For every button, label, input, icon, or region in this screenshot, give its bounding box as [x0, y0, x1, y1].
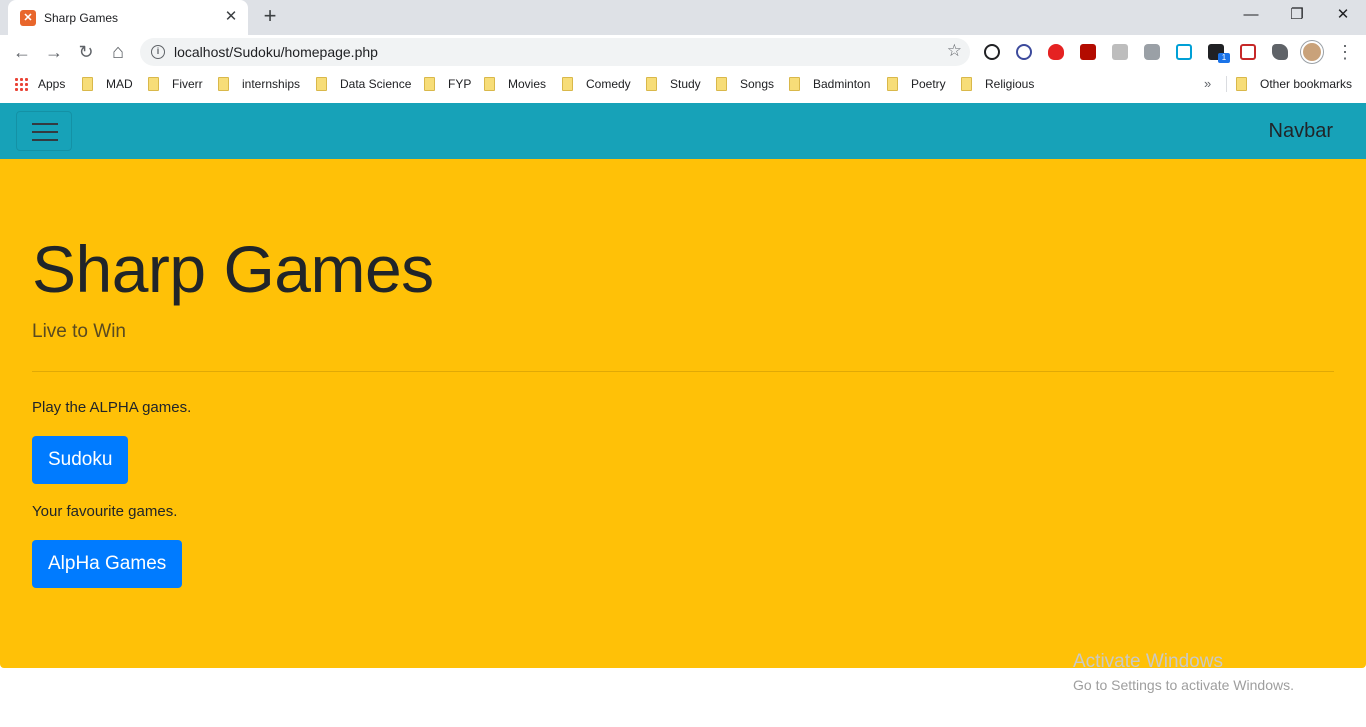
- browser-tab[interactable]: ✕ Sharp Games ✕: [8, 0, 248, 35]
- bookmarks-divider: [1226, 76, 1227, 92]
- folder-icon: [148, 77, 159, 91]
- home-icon[interactable]: ⌂: [106, 40, 130, 64]
- bookmark-label: Study: [670, 77, 701, 91]
- bookmark-other[interactable]: Other bookmarks: [1236, 76, 1352, 92]
- folder-icon: [484, 77, 495, 91]
- bookmark-label: internships: [242, 77, 301, 91]
- bookmark-label: Poetry: [911, 77, 946, 91]
- hamburger-line: [32, 123, 58, 125]
- jumbotron: Sharp Games Live to Win Play the ALPHA g…: [0, 159, 1366, 668]
- bookmark-label: Songs: [740, 77, 775, 91]
- bookmark-label: Fiverr: [172, 77, 203, 91]
- bookmark-folder[interactable]: FYP: [424, 76, 471, 92]
- restore-button[interactable]: ❐: [1283, 4, 1311, 26]
- minimize-button[interactable]: —: [1237, 4, 1265, 26]
- bookmark-folder[interactable]: Poetry: [887, 76, 946, 92]
- folder-icon: [646, 77, 657, 91]
- folder-icon: [562, 77, 573, 91]
- site-navbar: Navbar: [0, 103, 1366, 159]
- section-text: Your favourite games.: [32, 503, 178, 520]
- activate-windows-title: Activate Windows: [1073, 651, 1223, 672]
- lead-text: Live to Win: [32, 321, 126, 342]
- extension-gray-icon[interactable]: [1112, 44, 1128, 60]
- bookmark-star-icon[interactable]: ☆: [947, 41, 962, 61]
- extension-pdf-icon[interactable]: [1080, 44, 1096, 60]
- profile-avatar[interactable]: [1301, 41, 1323, 63]
- extension-badge: 1: [1218, 53, 1230, 63]
- bookmark-label: Apps: [38, 77, 66, 91]
- section-text: Play the ALPHA games.: [32, 399, 192, 416]
- bookmark-folder[interactable]: Badminton: [789, 76, 870, 92]
- back-icon[interactable]: ←: [10, 40, 34, 64]
- bookmark-folder[interactable]: Data Science: [316, 76, 411, 92]
- sudoku-button[interactable]: Sudoku: [32, 436, 129, 484]
- url-text[interactable]: localhost/Sudoku/homepage.php: [174, 44, 378, 60]
- bookmark-folder[interactable]: Comedy: [562, 76, 631, 92]
- navbar-toggler-button[interactable]: [16, 111, 72, 151]
- extension-copy-icon[interactable]: [1176, 44, 1192, 60]
- activate-windows-subtitle: Go to Settings to activate Windows.: [1073, 677, 1294, 693]
- reload-icon[interactable]: ↻: [74, 40, 98, 64]
- extension-adblock-icon[interactable]: [1048, 44, 1064, 60]
- extension-camera-icon[interactable]: [1144, 44, 1160, 60]
- bookmark-folder[interactable]: Religious: [961, 76, 1034, 92]
- folder-icon: [961, 77, 972, 91]
- bookmark-label: Movies: [508, 77, 547, 91]
- alpha-games-button[interactable]: AlpHa Games: [32, 540, 183, 588]
- site-info-icon[interactable]: i: [151, 45, 165, 59]
- hamburger-line: [32, 139, 58, 141]
- address-bar[interactable]: i localhost/Sudoku/homepage.php ☆: [140, 38, 970, 66]
- browser-menu-icon[interactable]: ⋮: [1336, 40, 1354, 64]
- bookmark-folder[interactable]: Songs: [716, 76, 774, 92]
- folder-icon: [789, 77, 800, 91]
- browser-toolbar: ← → ↻ ⌂ i localhost/Sudoku/homepage.php …: [0, 35, 1366, 70]
- extension-loop-icon[interactable]: [984, 44, 1000, 60]
- bookmark-label: Badminton: [813, 77, 871, 91]
- folder-icon: [887, 77, 898, 91]
- page-title: Sharp Games: [32, 232, 434, 306]
- tab-title: Sharp Games: [44, 10, 119, 25]
- folder-icon: [218, 77, 229, 91]
- hamburger-line: [32, 131, 58, 133]
- bookmark-folder[interactable]: Fiverr: [148, 76, 203, 92]
- bookmark-label: Religious: [985, 77, 1035, 91]
- navbar-brand[interactable]: Navbar: [1269, 120, 1333, 143]
- xampp-favicon-icon: ✕: [20, 9, 36, 26]
- extensions-puzzle-icon[interactable]: [1272, 44, 1288, 60]
- extension-block-icon[interactable]: [1016, 44, 1032, 60]
- bookmark-folder[interactable]: Movies: [484, 76, 546, 92]
- bookmarks-overflow-icon[interactable]: »: [1204, 76, 1211, 91]
- divider: [32, 371, 1334, 372]
- extension-pocket-icon[interactable]: [1240, 44, 1256, 60]
- folder-icon: [1236, 77, 1247, 91]
- apps-grid-icon: [14, 77, 28, 91]
- tab-close-icon[interactable]: ✕: [222, 8, 240, 26]
- folder-icon: [316, 77, 327, 91]
- bookmark-label: Comedy: [586, 77, 631, 91]
- bookmark-label: FYP: [448, 77, 472, 91]
- new-tab-button[interactable]: +: [258, 5, 282, 29]
- bookmark-label: MAD: [106, 77, 133, 91]
- bookmark-label: Other bookmarks: [1260, 77, 1353, 91]
- bookmark-folder[interactable]: Study: [646, 76, 701, 92]
- bookmark-folder[interactable]: MAD: [82, 76, 133, 92]
- folder-icon: [716, 77, 727, 91]
- browser-tabstrip: ✕ Sharp Games ✕ + — ❐ ✕: [0, 0, 1366, 35]
- bookmark-label: Data Science: [340, 77, 412, 91]
- close-window-button[interactable]: ✕: [1329, 4, 1357, 26]
- bookmarks-bar: Apps MAD Fiverr internships Data Science…: [0, 70, 1366, 98]
- bookmark-apps[interactable]: Apps: [14, 76, 65, 92]
- folder-icon: [424, 77, 435, 91]
- bookmark-folder[interactable]: internships: [218, 76, 300, 92]
- forward-icon[interactable]: →: [42, 40, 66, 64]
- folder-icon: [82, 77, 93, 91]
